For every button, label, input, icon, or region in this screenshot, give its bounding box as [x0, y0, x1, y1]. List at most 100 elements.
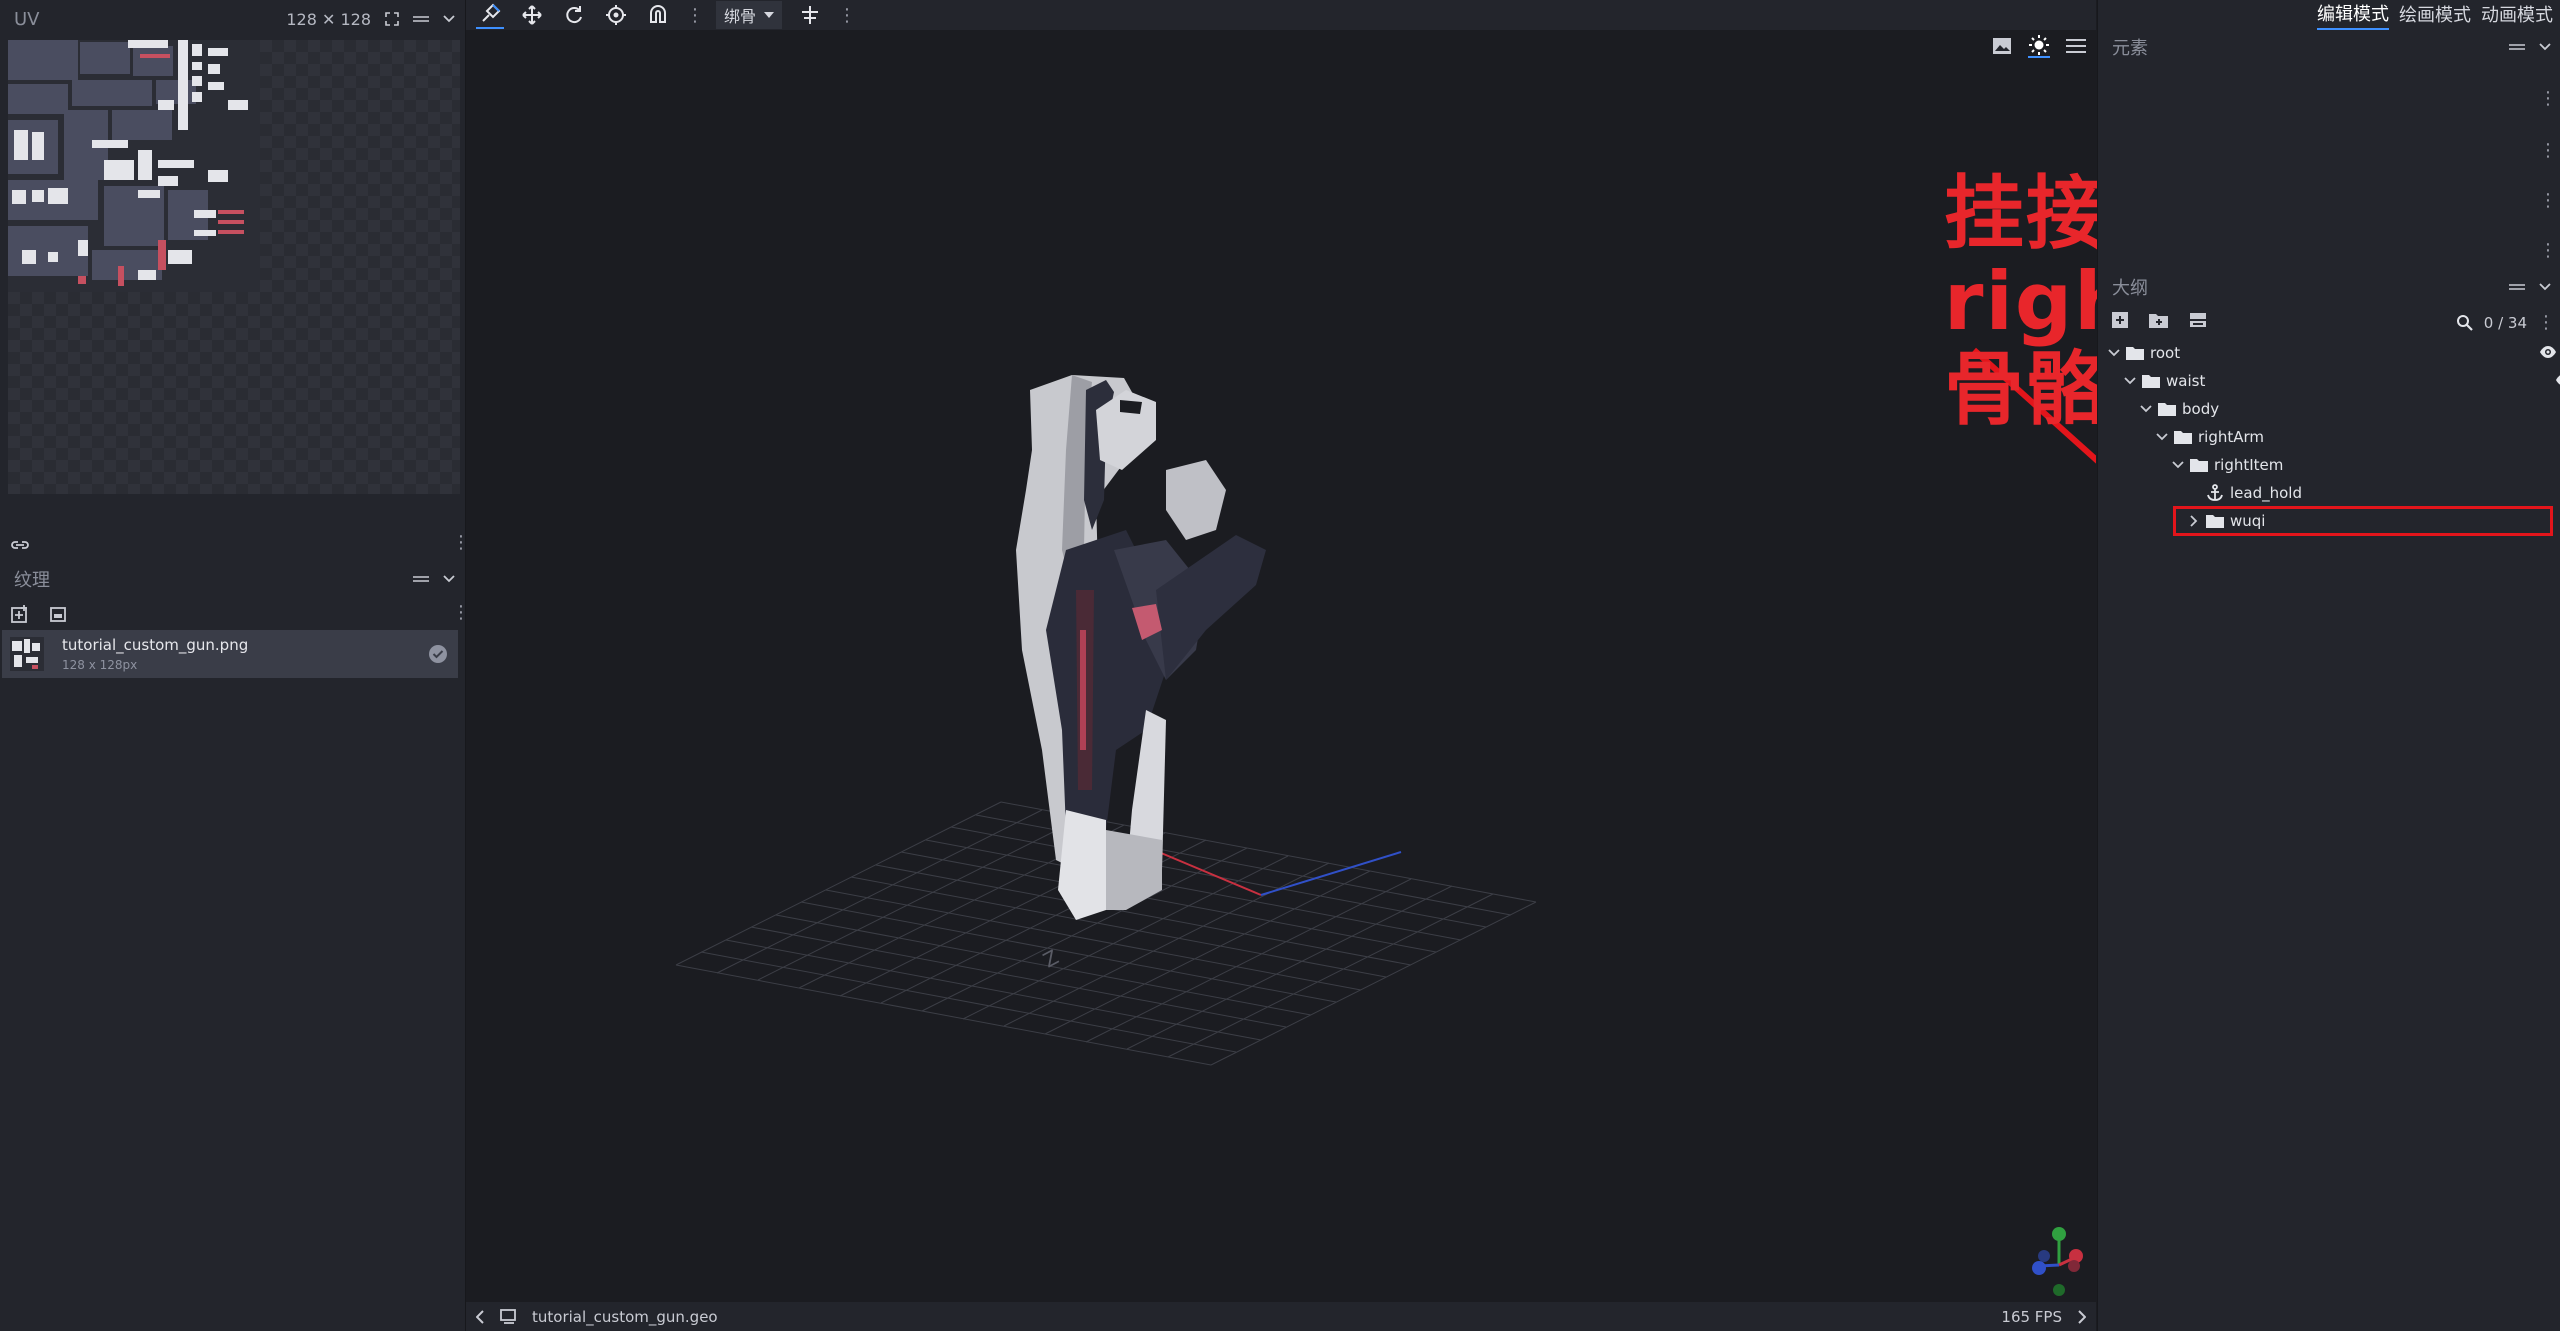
- status-bar: tutorial_custom_gun.geo 165 FPS: [466, 1302, 2096, 1331]
- uv-canvas[interactable]: [8, 40, 460, 494]
- elements-panel-title: 元素: [2112, 38, 2148, 59]
- outliner-node-label: body: [2182, 400, 2220, 418]
- chevron-down-icon[interactable]: [2106, 349, 2122, 357]
- chevron-down-icon[interactable]: [2539, 283, 2551, 291]
- character-model: [1016, 375, 1266, 920]
- folder-icon: [2158, 403, 2176, 416]
- chevron-down-icon[interactable]: [2138, 405, 2154, 413]
- menu-lines-icon[interactable]: [413, 14, 429, 24]
- rotate-icon: [566, 6, 582, 24]
- more-options-icon[interactable]: ⋮: [2539, 140, 2557, 161]
- textures-panel-title: 纹理: [14, 570, 50, 591]
- image-icon[interactable]: [1992, 34, 2012, 58]
- check-circle-icon[interactable]: [428, 644, 448, 664]
- toolbar-separator-icon: ⋮: [686, 4, 704, 26]
- uv-size-label[interactable]: 128 ✕ 128: [286, 10, 371, 29]
- anchor-icon: [2207, 484, 2223, 501]
- mode-tab-edit[interactable]: 编辑模式: [2317, 0, 2389, 30]
- mode-selector: 编辑模式 绘画模式 动画模式: [2098, 0, 2560, 30]
- texture-name: tutorial_custom_gun.png: [62, 636, 249, 654]
- outliner-node-lead-hold[interactable]: lead_hold: [2098, 479, 2560, 507]
- viewport-scene: Z: [675, 347, 2096, 1296]
- folder-icon: [2126, 347, 2144, 360]
- outliner-node-label: lead_hold: [2230, 484, 2302, 502]
- magnet-icon: [650, 5, 666, 23]
- hamburger-menu-icon[interactable]: [2066, 34, 2086, 58]
- mirror-tool[interactable]: [796, 2, 824, 28]
- highlight-box: [2173, 506, 2553, 536]
- outliner-node-rightitem[interactable]: rightItem: [2098, 451, 2560, 479]
- folder-icon: [2142, 375, 2160, 388]
- elements-panel-header: 元素: [2098, 30, 2560, 64]
- texture-thumbnail: [10, 637, 44, 671]
- uv-panel-title: UV: [14, 8, 40, 30]
- outliner-panel-header: 大纲: [2098, 270, 2560, 304]
- move-arrows-icon: [522, 5, 542, 25]
- outliner-search: 0 / 34 ⋮: [2456, 312, 2555, 333]
- chevron-down-icon[interactable]: [2122, 377, 2138, 385]
- outliner-panel-title: 大纲: [2112, 278, 2148, 299]
- uv-panel-header: UV 128 ✕ 128: [0, 0, 465, 38]
- add-group-icon[interactable]: [2148, 310, 2170, 330]
- folder-icon: [2190, 459, 2208, 472]
- more-options-icon[interactable]: ⋮: [2539, 240, 2557, 261]
- uv-texture-preview: [8, 40, 260, 292]
- more-options-icon[interactable]: ⋮: [2539, 88, 2557, 109]
- model-name: tutorial_custom_gun.geo: [532, 1307, 718, 1326]
- caret-down-icon: [764, 12, 775, 18]
- 3d-viewport[interactable]: Z: [466, 30, 2434, 1302]
- folder-icon: [2174, 431, 2192, 444]
- eye-icon[interactable]: [2539, 345, 2557, 359]
- selection-count: 0 / 34: [2483, 313, 2527, 332]
- pivot-mode-select[interactable]: 绑骨: [716, 1, 783, 29]
- import-texture-icon[interactable]: [10, 604, 30, 624]
- outliner-node-waist[interactable]: waist: [2098, 367, 2560, 395]
- chevron-down-icon[interactable]: [2154, 433, 2170, 441]
- chevron-down-icon[interactable]: [443, 15, 455, 23]
- search-icon[interactable]: [2456, 314, 2474, 332]
- menu-lines-icon[interactable]: [413, 574, 429, 584]
- menu-lines-icon[interactable]: [2509, 42, 2525, 52]
- model-file-icon: [500, 1308, 518, 1325]
- chevron-right-icon[interactable]: [2078, 1309, 2086, 1324]
- outliner-node-label: root: [2150, 344, 2181, 362]
- pin-tool-icon: [482, 3, 501, 22]
- outliner-node-body[interactable]: body: [2098, 395, 2560, 423]
- outliner-node-label: rightArm: [2198, 428, 2265, 446]
- axis-gizmo: [2032, 1227, 2083, 1296]
- texture-dimensions: 128 x 128px: [62, 658, 138, 672]
- create-texture-icon[interactable]: [48, 604, 68, 624]
- fullscreen-icon[interactable]: [385, 12, 399, 26]
- scale-tool[interactable]: [644, 2, 672, 28]
- more-options-icon[interactable]: ⋮: [838, 5, 856, 26]
- tools-toolbar: ⋮ 绑骨 ⋮: [466, 0, 2096, 30]
- chevron-down-icon[interactable]: [2539, 43, 2551, 51]
- rotate-tool[interactable]: [560, 2, 588, 28]
- fps-counter: 165 FPS: [2001, 1307, 2062, 1326]
- right-sidebar: 编辑模式 绘画模式 动画模式 元素 ⋮ ⋮ ⋮ ⋮ 大纲 0 / 34 ⋮ ro…: [2097, 0, 2560, 1331]
- chevron-left-icon[interactable]: [476, 1309, 484, 1324]
- more-options-icon[interactable]: ⋮: [2537, 312, 2555, 333]
- vertex-snap-tool[interactable]: [476, 1, 504, 29]
- chevron-down-icon[interactable]: [443, 575, 455, 583]
- viewport-controls: [1992, 34, 2086, 58]
- more-options-icon[interactable]: ⋮: [2539, 190, 2557, 211]
- add-cube-icon[interactable]: [2110, 310, 2130, 330]
- move-tool[interactable]: [518, 2, 546, 28]
- link-icon[interactable]: [10, 538, 30, 552]
- outliner-node-root[interactable]: root: [2098, 339, 2560, 367]
- eye-icon[interactable]: [2555, 373, 2560, 387]
- pivot-tool[interactable]: [602, 2, 630, 28]
- outliner-node-label: waist: [2166, 372, 2206, 390]
- outliner-actions: [2110, 310, 2208, 330]
- texture-list-item[interactable]: tutorial_custom_gun.png 128 x 128px: [2, 630, 458, 678]
- chevron-down-icon[interactable]: [2170, 461, 2186, 469]
- sun-lighting-icon[interactable]: [2028, 34, 2050, 58]
- collapse-all-icon[interactable]: [2188, 310, 2208, 330]
- outliner-node-rightarm[interactable]: rightArm: [2098, 423, 2560, 451]
- mode-tab-animate[interactable]: 动画模式: [2481, 1, 2553, 29]
- split-icon: [802, 6, 819, 24]
- mode-tab-paint[interactable]: 绘画模式: [2399, 1, 2471, 29]
- left-sidebar: UV 128 ✕ 128 ⋮ 纹理 ⋮ tutorial_custom_gun.…: [0, 0, 470, 1331]
- menu-lines-icon[interactable]: [2509, 282, 2525, 292]
